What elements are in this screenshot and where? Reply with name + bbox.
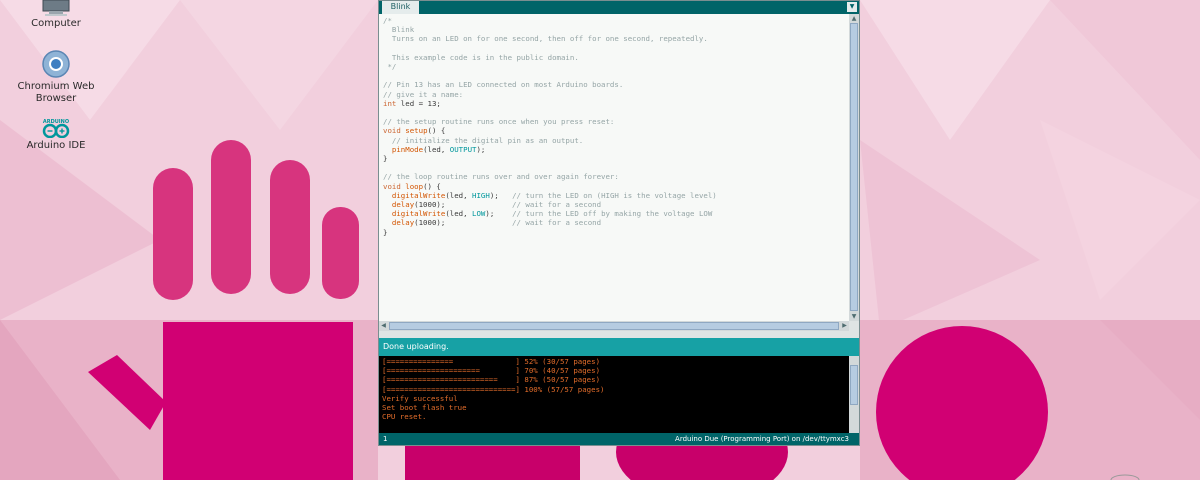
console-scroll-thumb[interactable] xyxy=(850,365,858,405)
line-number: 1 xyxy=(383,435,388,443)
svg-text:ARDUINO: ARDUINO xyxy=(43,119,69,125)
scroll-down-icon[interactable]: ▼ xyxy=(849,312,859,321)
console-output[interactable]: [=============== ] 52% (30/57 pages) [==… xyxy=(379,356,849,433)
console-line: Set boot flash true xyxy=(382,403,467,413)
scroll-right-icon[interactable]: ▶ xyxy=(840,321,849,331)
chromium-icon xyxy=(42,50,70,78)
status-message: Done uploading. xyxy=(383,342,449,351)
footer-bar: 1 Arduino Due (Programming Port) on /dev… xyxy=(379,433,859,445)
editor-horizontal-scroll-thumb[interactable] xyxy=(389,322,839,330)
editor-vertical-scrollbar[interactable]: ▲ ▼ xyxy=(849,14,859,321)
code-line: // the loop routine runs over and over a… xyxy=(383,172,619,182)
code-line: } xyxy=(383,227,388,237)
desktop-icon-arduino[interactable]: ARDUINO Arduino IDE xyxy=(11,118,101,152)
code-line: void setup() { xyxy=(383,126,446,136)
tab-blink[interactable]: Blink xyxy=(382,1,419,14)
code-line: // initialize the digital pin as an outp… xyxy=(383,135,584,145)
arduino-icon: ARDUINO xyxy=(42,119,70,138)
console-line: [===================== ] 70% (40/57 page… xyxy=(382,366,601,376)
code-line: digitalWrite(led, LOW); // turn the LED … xyxy=(391,209,713,219)
status-bar: Done uploading. xyxy=(379,338,859,356)
code-editor[interactable]: /* Blink Turns on an LED on for one seco… xyxy=(379,14,849,321)
desktop-icon-chromium[interactable]: Chromium Web Browser xyxy=(11,49,101,105)
tab-menu-button[interactable]: ▼ xyxy=(847,2,857,12)
code-line: This example code is in the public domai… xyxy=(383,52,579,62)
desktop-icon-label: Chromium Web Browser xyxy=(17,81,95,104)
console-line: [=============================] 100% (57… xyxy=(382,384,605,394)
code-line: // give it a name: xyxy=(383,89,464,99)
code-line: /* xyxy=(383,16,392,25)
scroll-up-icon[interactable]: ▲ xyxy=(849,14,859,23)
code-text: /* Blink Turns on an LED on for one seco… xyxy=(383,16,717,237)
scroll-left-icon[interactable]: ◀ xyxy=(379,321,388,331)
desktop-icon-label: Arduino IDE xyxy=(26,140,86,151)
console-line: [========================= ] 87% (50/57 … xyxy=(382,375,601,385)
editor-vertical-scroll-thumb[interactable] xyxy=(850,23,858,311)
code-line: int led = 13; xyxy=(383,98,441,108)
code-line: delay(1000); // wait for a second xyxy=(391,200,602,210)
code-line: Blink xyxy=(383,25,415,35)
code-line: */ xyxy=(383,62,397,72)
board-port-info: Arduino Due (Programming Port) on /dev/t… xyxy=(675,435,849,443)
code-line: } xyxy=(383,154,388,164)
desktop-icon-label: Computer xyxy=(31,18,81,29)
code-line: Turns on an LED on for one second, then … xyxy=(383,34,708,44)
console-line: Verify successful xyxy=(382,393,458,403)
console-line: [=============== ] 52% (30/57 pages) xyxy=(382,357,601,366)
desktop-icon-computer[interactable]: Computer xyxy=(11,0,101,30)
code-line: // the setup routine runs once when you … xyxy=(383,117,615,127)
editor-horizontal-scrollbar[interactable]: ◀ ▶ xyxy=(379,321,849,331)
computer-icon xyxy=(42,0,70,16)
console-text: [=============== ] 52% (30/57 pages) [==… xyxy=(382,357,604,421)
tab-bar: Blink ▼ xyxy=(379,1,859,14)
code-line: // Pin 13 has an LED connected on most A… xyxy=(383,80,624,90)
console-scrollbar[interactable] xyxy=(849,356,859,433)
arduino-ide-window: Blink ▼ /* Blink Turns on an LED on for … xyxy=(378,0,860,446)
code-line: delay(1000); // wait for a second xyxy=(391,218,602,228)
code-line: void loop() { xyxy=(383,181,441,191)
console-line: CPU reset. xyxy=(382,412,427,422)
code-line: digitalWrite(led, HIGH); // turn the LED… xyxy=(391,190,717,200)
code-line: pinMode(led, OUTPUT); xyxy=(391,144,486,154)
